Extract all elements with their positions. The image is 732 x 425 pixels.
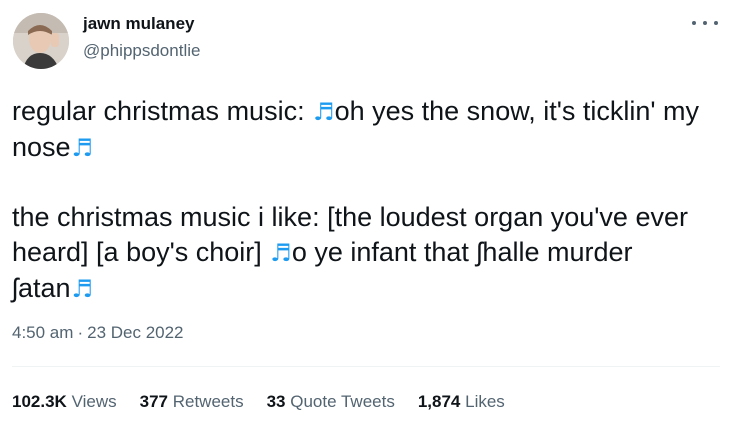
musical-notes-icon: ♬ — [71, 134, 93, 162]
author-name[interactable]: jawn mulaney — [83, 14, 194, 34]
tweet: jawn mulaney @phippsdontlie regular chri… — [0, 0, 732, 425]
stat-count: 1,874 — [417, 392, 461, 411]
tweet-time: 4:50 am — [12, 323, 74, 342]
dot — [692, 21, 696, 25]
musical-notes-icon: ♬ — [71, 275, 93, 303]
tweet-paragraph-1: regular christmas music: ♬ oh yes the sno… — [12, 94, 712, 166]
stat-count: 33 — [266, 392, 286, 411]
tweet-text-segment: regular christmas music: — [12, 96, 313, 126]
stat-count: 377 — [139, 392, 168, 411]
divider — [12, 366, 720, 367]
dot — [714, 21, 718, 25]
quote-tweets-stat[interactable]: 33 Quote Tweets — [267, 392, 395, 412]
stat-label: Retweets — [172, 392, 244, 411]
stat-count: 102.3K — [12, 392, 67, 411]
separator: · — [77, 323, 84, 342]
tweet-date: 23 Dec 2022 — [87, 323, 184, 342]
stat-label: Likes — [465, 392, 505, 411]
more-options-icon[interactable] — [692, 14, 718, 32]
tweet-stats: 102.3K Views 377 Retweets 33 Quote Tweet… — [12, 392, 528, 412]
musical-notes-icon: ♬ — [313, 98, 334, 126]
timestamp[interactable]: 4:50 am · 23 Dec 2022 — [12, 323, 184, 343]
musical-notes-icon: ♬ — [270, 239, 291, 267]
tweet-paragraph-2: the christmas music i like: [the loudest… — [12, 200, 712, 307]
views-stat[interactable]: 102.3K Views — [12, 392, 117, 412]
dot — [703, 21, 707, 25]
stat-label: Quote Tweets — [290, 392, 395, 411]
author-handle[interactable]: @phippsdontlie — [83, 41, 200, 61]
stat-label: Views — [71, 392, 117, 411]
avatar[interactable] — [13, 13, 69, 69]
retweets-stat[interactable]: 377 Retweets — [140, 392, 244, 412]
avatar-image — [13, 13, 69, 69]
tweet-text: regular christmas music: ♬ oh yes the sno… — [12, 94, 712, 307]
likes-stat[interactable]: 1,874 Likes — [418, 392, 505, 412]
